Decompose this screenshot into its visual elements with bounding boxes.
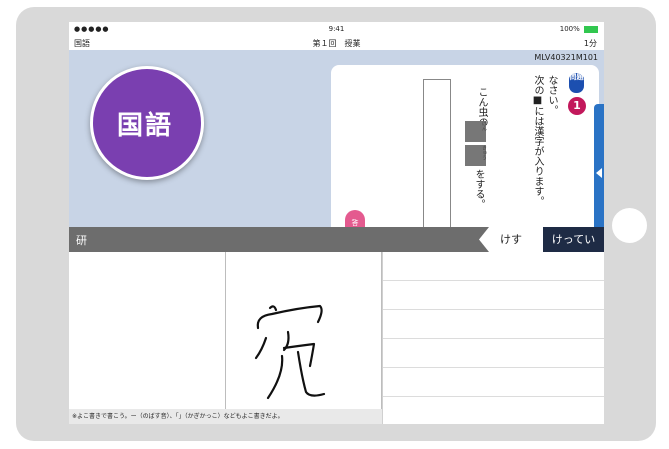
battery-percent: 100% [559, 25, 580, 33]
candidate-bar: 研 けす けってい [69, 227, 604, 252]
status-bar: ●●●●● 9:41 100% [69, 22, 604, 36]
notes-area[interactable] [382, 252, 604, 424]
subject-badge: 国語 [90, 66, 204, 180]
sentence-end: をする。 [473, 169, 484, 209]
question-number: 1 [568, 97, 586, 115]
question-card: 問題 1 次の■には漢字が入ります。 なさい。 こん虫の けん きゅう をする。… [331, 65, 599, 242]
question-area: MLV40321M101 国語 問題 1 次の■には漢字が入ります。 なさい。 … [69, 50, 604, 244]
instruction-line-2: なさい。 [546, 75, 557, 115]
notes-line [383, 396, 604, 397]
nav-bar: 国語 第１回 授業 1分 [69, 36, 604, 50]
writing-cell-2[interactable] [226, 252, 382, 409]
battery-status: 100% [560, 25, 598, 33]
answer-column[interactable] [423, 79, 451, 228]
ruby-1: けん [481, 121, 487, 131]
side-panel-tab[interactable] [594, 104, 604, 244]
writing-note: ※よこ書きで書こう。ー（のばす音）、「」（かぎかっこ）などもよこ書きだよ。 [69, 409, 382, 424]
status-time: 9:41 [328, 25, 345, 33]
battery-icon [584, 25, 598, 33]
handwriting-strokes [254, 304, 326, 400]
recognized-character: 研 [76, 234, 87, 247]
nav-title: 第１回 授業 [312, 39, 361, 48]
notes-line [383, 280, 604, 281]
instruction-line-1: 次の■には漢字が入ります。 [532, 75, 543, 206]
app-screen: ●●●●● 9:41 100% 国語 第１回 授業 1分 MLV40321M10… [69, 22, 604, 424]
ruby-2: きゅう [481, 145, 487, 160]
home-button[interactable] [612, 208, 647, 243]
erase-button[interactable]: けす [479, 227, 543, 252]
nav-timer: 1分 [583, 39, 597, 48]
notes-line [383, 367, 604, 368]
notes-line [383, 309, 604, 310]
question-id: MLV40321M101 [534, 53, 598, 62]
handwriting-area[interactable] [69, 252, 382, 409]
chevron-left-icon [596, 168, 602, 178]
notes-line [383, 338, 604, 339]
question-label: 問題 [569, 73, 584, 93]
writing-cell-1[interactable] [69, 252, 226, 409]
subject-badge-label: 国語 [116, 110, 173, 141]
confirm-button[interactable]: けってい [543, 227, 604, 252]
